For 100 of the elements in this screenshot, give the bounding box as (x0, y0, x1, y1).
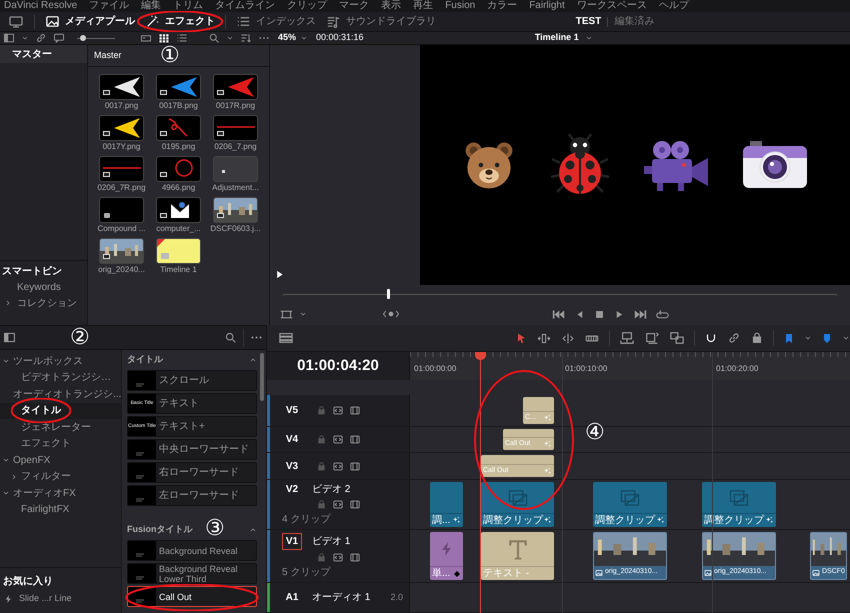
arrow-thumbnail[interactable] (100, 75, 143, 99)
circle-thumbnail[interactable] (157, 157, 200, 181)
tree-item[interactable]: OpenFX (0, 452, 121, 468)
zoom-level[interactable]: 45% (278, 31, 296, 45)
tree-item[interactable]: フィルター (0, 468, 121, 485)
tree-item[interactable]: ビデオトランジシ… (0, 370, 121, 386)
chevron-right-icon[interactable] (4, 299, 12, 307)
slider-thumb[interactable] (80, 35, 86, 41)
effect-item[interactable]: スクロール (127, 370, 257, 391)
timeline-clip[interactable]: 調整クリップ (481, 482, 554, 527)
bin-item[interactable]: マスター (0, 45, 87, 63)
sound-library-tab[interactable]: サウンドライブラリ (326, 14, 436, 29)
timeline-clip[interactable]: 調... (430, 482, 463, 527)
menu-item[interactable]: タイムライン (215, 0, 276, 12)
tree-item[interactable]: オーディオトランジシ... (0, 386, 121, 402)
stop-icon[interactable] (594, 308, 605, 320)
film-icon[interactable] (349, 405, 361, 416)
pointer-icon[interactable] (515, 332, 527, 344)
timeline-thumbnail[interactable] (157, 239, 200, 263)
line-thumbnail[interactable] (214, 116, 257, 140)
flag-icon[interactable] (783, 332, 795, 344)
chevron-down-icon[interactable] (299, 310, 307, 318)
chevron-up-icon[interactable] (249, 526, 257, 534)
favorite-item[interactable]: Slide ...r Line (0, 590, 121, 608)
skip-to-end-icon[interactable] (634, 308, 647, 320)
envelope-thumbnail[interactable] (157, 198, 200, 222)
index-tab[interactable]: インデックス (236, 14, 316, 29)
chevron-up-icon[interactable] (249, 356, 257, 364)
arrow-thumbnail[interactable] (214, 75, 257, 99)
track-name[interactable]: V3 (282, 458, 302, 474)
auto-select-icon[interactable] (332, 552, 344, 562)
compound-clip-thumbnail[interactable] (100, 198, 143, 222)
auto-select-icon[interactable] (332, 434, 344, 445)
arrow-thumbnail[interactable] (157, 75, 200, 99)
track-name[interactable]: V1 (282, 532, 302, 550)
skip-to-start-icon[interactable] (552, 308, 565, 320)
film-icon[interactable] (349, 434, 361, 445)
smart-bin-item[interactable]: コレクション (0, 295, 87, 311)
panel-toggle-icon[interactable] (3, 32, 15, 44)
link-icon[interactable] (727, 331, 741, 345)
smart-bin-item[interactable]: Keywords (0, 279, 87, 295)
effect-item[interactable]: Background Reveal (127, 540, 257, 561)
arrow-thumbnail[interactable] (100, 116, 143, 140)
menu-item[interactable]: Fusion (445, 0, 476, 12)
chevron-right-icon[interactable] (10, 472, 18, 481)
effect-item[interactable]: Call Out (127, 586, 257, 607)
timeline-view-icon[interactable] (277, 331, 295, 345)
chevron-down-icon[interactable] (226, 34, 234, 42)
menu-item[interactable]: ファイル (89, 0, 130, 12)
search-icon[interactable] (208, 32, 220, 44)
tree-item[interactable]: FairlightFX (0, 502, 121, 518)
timeline-clip[interactable]: 単... (430, 532, 463, 580)
thumbnail-size-slider[interactable] (77, 34, 116, 42)
chevron-down-icon[interactable] (842, 334, 850, 342)
loop-icon[interactable] (656, 308, 669, 320)
effect-item[interactable]: 右ローワーサード (127, 462, 257, 483)
tree-item[interactable]: オーディオFX (0, 485, 121, 502)
film-icon[interactable] (349, 499, 361, 510)
auto-select-icon[interactable] (332, 405, 344, 416)
menu-item[interactable]: Fairlight (529, 0, 565, 12)
time-ruler[interactable]: 01:00:00:00 01:00:10:00 01:00:20:00 (410, 352, 850, 380)
track-name[interactable]: A1 (282, 590, 302, 605)
film-icon[interactable] (349, 552, 361, 562)
crop-frame-icon[interactable] (280, 308, 293, 320)
menu-item[interactable]: カラー (487, 0, 518, 12)
scrubber-handle[interactable] (386, 289, 390, 299)
effect-item[interactable]: Background Reveal Lower Third (127, 563, 257, 584)
track-name[interactable]: V4 (282, 432, 302, 447)
menu-item[interactable]: ワークスペース (576, 0, 647, 12)
thumbnail-view-icon[interactable] (158, 32, 170, 44)
track-name[interactable]: V5 (282, 403, 302, 418)
display-icon[interactable] (8, 14, 24, 30)
menu-item[interactable]: 表示 (381, 0, 402, 12)
timeline-clip[interactable]: 調整クリップ (593, 482, 667, 527)
menu-item[interactable]: トリム (173, 0, 204, 12)
tree-item[interactable]: ツールボックス (0, 353, 121, 370)
chevron-down-icon[interactable] (584, 34, 593, 42)
trim-icon[interactable] (536, 332, 552, 344)
auto-select-icon[interactable] (332, 499, 344, 510)
chevron-down-icon[interactable] (21, 34, 29, 42)
insert-clip-icon[interactable] (619, 331, 635, 345)
link-icon[interactable] (35, 32, 47, 44)
sort-icon[interactable] (240, 32, 252, 44)
overwrite-clip-icon[interactable] (644, 331, 660, 345)
marker-icon[interactable] (821, 332, 833, 344)
chevron-down-icon[interactable] (300, 34, 308, 42)
comment-icon[interactable] (53, 32, 65, 44)
menu-item[interactable]: 再生 (413, 0, 434, 12)
list-view-icon[interactable] (176, 32, 188, 44)
film-icon[interactable] (349, 460, 361, 472)
panel-toggle-icon[interactable] (3, 331, 16, 344)
effect-item[interactable]: 左ローワーサード (127, 485, 257, 506)
squiggle-thumbnail[interactable] (157, 116, 200, 140)
photo-placeholder[interactable] (214, 198, 257, 222)
play-icon[interactable] (614, 308, 625, 320)
menu-item[interactable]: 編集 (141, 0, 162, 12)
effect-item[interactable]: 中央ローワーサード (127, 439, 257, 460)
auto-select-icon[interactable] (332, 460, 344, 472)
photo-placeholder[interactable] (100, 239, 143, 263)
dynamic-trim-icon[interactable] (561, 332, 575, 344)
